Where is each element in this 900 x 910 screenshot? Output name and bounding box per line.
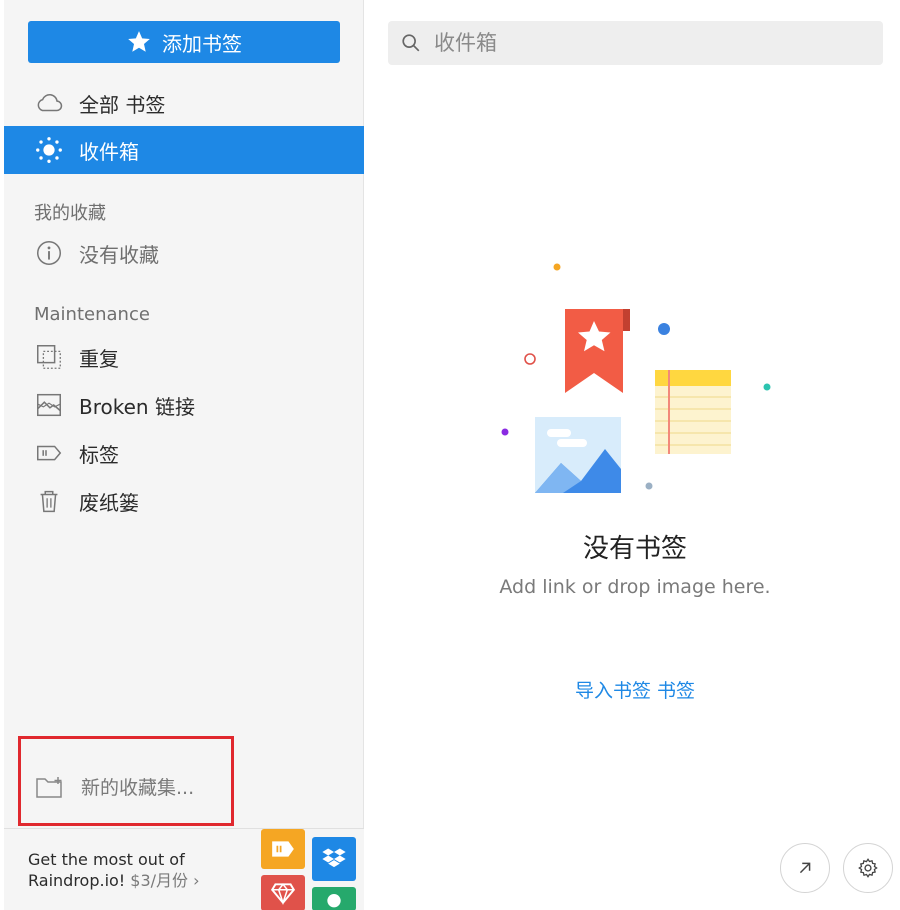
chevron-right-icon: › xyxy=(193,871,200,890)
inbox-sun-icon xyxy=(33,134,65,166)
sidebar-item-label: 标签 xyxy=(79,442,119,467)
sidebar: 添加书签 全部 书签 收件箱 我的收藏 没有收藏 Maintenance 重复 … xyxy=(4,0,364,910)
search-input[interactable] xyxy=(434,31,854,55)
arrow-up-right-icon xyxy=(799,862,811,874)
info-icon xyxy=(33,237,65,269)
sidebar-item-label: 废纸篓 xyxy=(79,490,139,515)
tag-icon xyxy=(272,841,294,857)
sidebar-item-trash[interactable]: 废纸篓 xyxy=(4,477,364,525)
sidebar-item-broken-links[interactable]: Broken 链接 xyxy=(4,381,364,429)
maintenance-header: Maintenance xyxy=(34,304,150,325)
new-collection-button[interactable]: 新的收藏集... xyxy=(35,773,194,800)
cloud-icon xyxy=(33,87,65,119)
gear-icon xyxy=(858,858,878,878)
promo-line-1: Get the most out of xyxy=(28,850,185,869)
sidebar-item-label: 重复 xyxy=(79,346,119,371)
favorites-header: 我的收藏 xyxy=(34,203,106,224)
sidebar-item-all-bookmarks[interactable]: 全部 书签 xyxy=(4,79,364,127)
folder-add-icon xyxy=(36,776,62,798)
empty-state-title: 没有书签 xyxy=(582,534,687,564)
promo-green-tile xyxy=(312,887,356,910)
sidebar-item-label: 没有收藏 xyxy=(79,242,159,267)
add-bookmark-label: 添加书签 xyxy=(162,31,242,56)
new-collection-highlight: 新的收藏集... xyxy=(18,736,234,826)
add-bookmark-button[interactable]: 添加书签 xyxy=(28,21,340,63)
import-bookmarks-link[interactable]: 导入书签 书签 xyxy=(540,676,730,703)
upgrade-promo-link[interactable]: Get the most out of Raindrop.io! $3/月份 › xyxy=(28,849,248,891)
broken-image-icon xyxy=(33,389,65,421)
tag-icon xyxy=(33,437,65,469)
search-icon xyxy=(402,34,420,52)
dropbox-icon xyxy=(322,848,346,868)
new-collection-label: 新的收藏集... xyxy=(81,777,195,799)
open-external-button[interactable] xyxy=(780,843,830,893)
sidebar-item-label: 全部 书签 xyxy=(79,92,166,117)
star-icon xyxy=(128,31,150,52)
promo-dropbox-tile xyxy=(312,837,356,881)
sidebar-item-label: 收件箱 xyxy=(79,139,139,164)
sidebar-item-label: Broken 链接 xyxy=(79,394,195,419)
duplicate-icon xyxy=(33,341,65,373)
search-bar[interactable] xyxy=(388,21,883,65)
app-window: 添加书签 全部 书签 收件箱 我的收藏 没有收藏 Maintenance 重复 … xyxy=(0,0,900,910)
sidebar-item-no-favorites: 没有收藏 xyxy=(4,229,364,277)
promo-line-2: Raindrop.io! xyxy=(28,871,126,890)
promo-price: $3/月份 xyxy=(125,871,189,890)
empty-state-illustration xyxy=(501,263,771,493)
sidebar-item-duplicates[interactable]: 重复 xyxy=(4,333,364,381)
sidebar-item-tags[interactable]: 标签 xyxy=(4,429,364,477)
promo-gem-tile xyxy=(261,875,305,910)
settings-button[interactable] xyxy=(843,843,893,893)
sidebar-item-inbox[interactable]: 收件箱 xyxy=(4,126,364,174)
gem-icon xyxy=(270,883,296,906)
upgrade-promo: Get the most out of Raindrop.io! $3/月份 › xyxy=(4,828,364,910)
trash-icon xyxy=(33,485,65,517)
promo-tag-tile xyxy=(261,829,305,869)
upload-icon xyxy=(327,894,341,908)
empty-state-subtitle: Add link or drop image here. xyxy=(499,576,771,598)
